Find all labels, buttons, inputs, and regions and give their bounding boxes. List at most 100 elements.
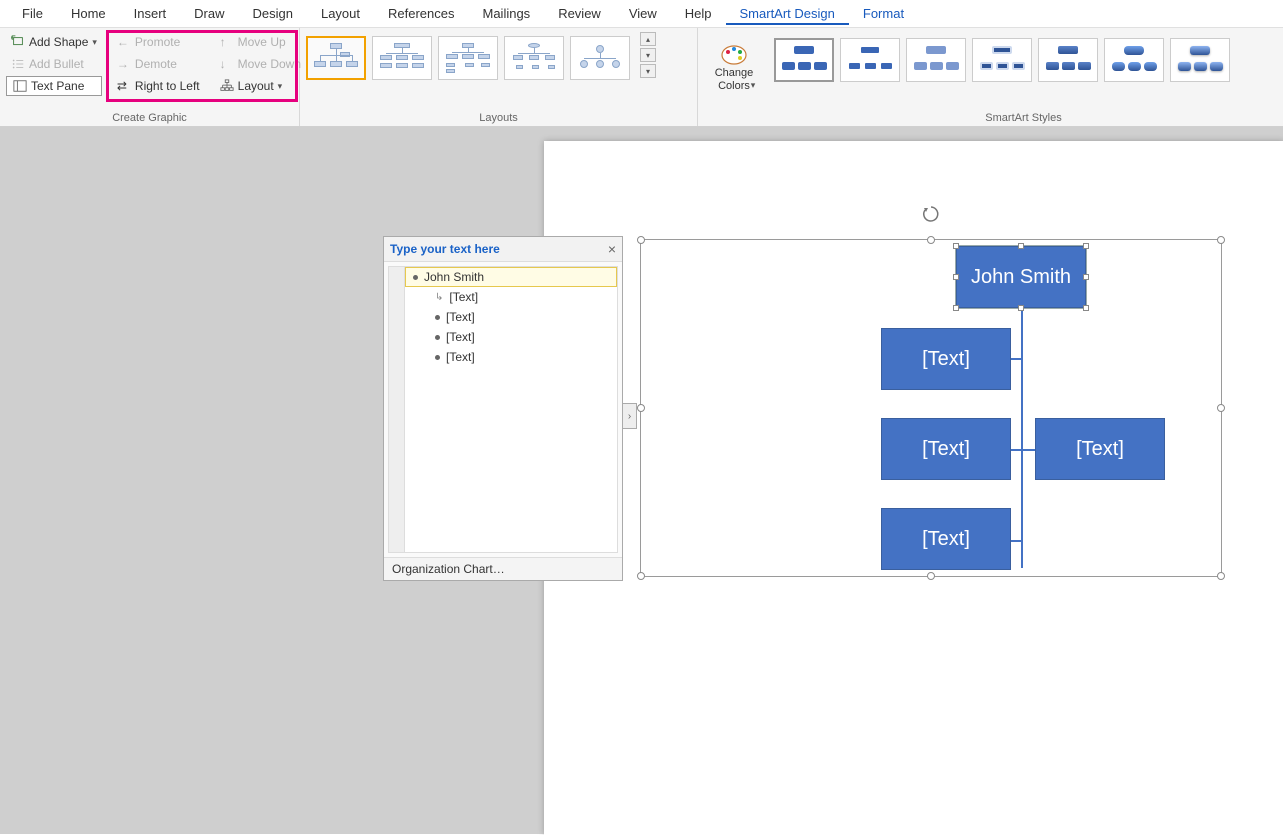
style-thumb-2[interactable] <box>840 38 900 82</box>
text-pane-item[interactable]: [Text] <box>405 347 617 367</box>
add-shape-icon: + <box>11 35 25 49</box>
move-down-button[interactable]: ↓ Move Down <box>215 54 306 74</box>
menu-draw[interactable]: Draw <box>180 2 238 25</box>
style-thumb-1[interactable] <box>774 38 834 82</box>
smartart-frame[interactable]: John Smith [Text] [Text] [Text] [Text] <box>640 239 1222 577</box>
move-up-button[interactable]: ↑ Move Up <box>215 32 306 52</box>
chevron-down-icon: ▾ <box>751 80 756 91</box>
layout-label: Layout <box>238 79 274 93</box>
layout-thumb-2[interactable] <box>372 36 432 80</box>
resize-handle[interactable] <box>1217 572 1225 580</box>
style-thumb-5[interactable] <box>1038 38 1098 82</box>
layouts-group-label: Layouts <box>300 112 697 124</box>
connector-line <box>1021 308 1023 568</box>
connector-line <box>1011 449 1023 451</box>
layout-thumb-5[interactable] <box>570 36 630 80</box>
layout-thumb-3[interactable] <box>438 36 498 80</box>
layout-gallery-scroll: ▴ ▾ ▾ <box>640 32 656 78</box>
text-pane-item[interactable]: John Smith <box>405 267 617 287</box>
close-icon[interactable]: × <box>608 241 616 257</box>
demote-button[interactable]: → Demote <box>112 54 205 74</box>
text-pane-item[interactable]: [Text] <box>405 327 617 347</box>
style-preview-icon <box>912 44 960 76</box>
menu-help[interactable]: Help <box>671 2 726 25</box>
text-pane-expand-tab[interactable]: › <box>623 403 637 429</box>
menu-format[interactable]: Format <box>849 2 918 25</box>
ribbon-group-styles: SmartArt Styles <box>764 28 1283 126</box>
smartart-root-node[interactable]: John Smith <box>956 246 1086 308</box>
gallery-scroll-up[interactable]: ▴ <box>640 32 656 46</box>
ribbon: + Add Shape ▾ Add Bullet Text Pane ← Pro… <box>0 28 1283 127</box>
bullet-list-icon <box>11 57 25 71</box>
resize-handle[interactable] <box>1217 404 1225 412</box>
text-pane-item[interactable]: ↳ [Text] <box>405 287 617 307</box>
style-thumb-3[interactable] <box>906 38 966 82</box>
text-pane-body[interactable]: John Smith ↳ [Text] [Text] [Text] [Text] <box>388 266 618 553</box>
document-page[interactable]: John Smith [Text] [Text] [Text] [Text] <box>544 141 1283 835</box>
resize-handle[interactable] <box>637 572 645 580</box>
demote-label: Demote <box>135 57 177 71</box>
smartart-node[interactable]: [Text] <box>1035 418 1165 480</box>
style-thumb-6[interactable] <box>1104 38 1164 82</box>
resize-handle[interactable] <box>637 236 645 244</box>
add-shape-button[interactable]: + Add Shape ▾ <box>6 32 102 52</box>
menu-mailings[interactable]: Mailings <box>469 2 545 25</box>
style-preview-icon <box>780 44 828 76</box>
gallery-expand[interactable]: ▾ <box>640 64 656 78</box>
arrow-right-icon: → <box>117 57 131 71</box>
text-pane-footer[interactable]: Organization Chart… <box>384 557 622 580</box>
text-pane-item-text: John Smith <box>424 270 484 284</box>
smartart-node[interactable]: [Text] <box>881 508 1011 570</box>
menu-references[interactable]: References <box>374 2 468 25</box>
arrow-down-icon: ↓ <box>220 57 234 71</box>
menu-view[interactable]: View <box>615 2 671 25</box>
smartart-node[interactable]: [Text] <box>881 418 1011 480</box>
connector-line <box>1011 358 1023 360</box>
bullet-icon <box>435 335 440 340</box>
change-colors-label: Change Colors <box>715 67 754 91</box>
menu-insert[interactable]: Insert <box>120 2 181 25</box>
text-pane-item[interactable]: [Text] <box>405 307 617 327</box>
root-node-text: John Smith <box>971 266 1071 289</box>
menu-smartart-design[interactable]: SmartArt Design <box>726 2 849 25</box>
style-thumb-4[interactable] <box>972 38 1032 82</box>
gallery-scroll-down[interactable]: ▾ <box>640 48 656 62</box>
text-pane-button[interactable]: Text Pane <box>6 76 102 96</box>
add-bullet-button[interactable]: Add Bullet <box>6 54 102 74</box>
menu-review[interactable]: Review <box>544 2 615 25</box>
menu-layout[interactable]: Layout <box>307 2 374 25</box>
ribbon-group-layouts: ▴ ▾ ▾ Layouts <box>300 28 698 126</box>
right-to-left-button[interactable]: ⇄ Right to Left <box>112 76 205 96</box>
style-thumb-7[interactable] <box>1170 38 1230 82</box>
text-pane-item-text: [Text] <box>446 330 475 344</box>
palette-icon <box>720 43 748 65</box>
layout-button[interactable]: Layout ▾ <box>215 76 306 96</box>
menu-design[interactable]: Design <box>239 2 307 25</box>
rotate-handle-icon[interactable] <box>921 204 941 224</box>
node-text: [Text] <box>922 348 970 371</box>
smartart-node[interactable]: [Text] <box>881 328 1011 390</box>
resize-handle[interactable] <box>927 572 935 580</box>
text-pane-item-text: [Text] <box>449 290 478 304</box>
layout-thumb-4[interactable] <box>504 36 564 80</box>
text-pane-item-text: [Text] <box>446 310 475 324</box>
layout-thumb-1[interactable] <box>306 36 366 80</box>
style-preview-icon <box>846 44 894 76</box>
node-text: [Text] <box>922 528 970 551</box>
arrow-left-icon: ← <box>117 35 131 49</box>
text-pane: Type your text here × John Smith ↳ [Text… <box>383 236 623 581</box>
move-down-label: Move Down <box>238 57 301 71</box>
menu-home[interactable]: Home <box>57 2 120 25</box>
org-chart-icon <box>446 43 490 73</box>
resize-handle[interactable] <box>927 236 935 244</box>
resize-handle[interactable] <box>1217 236 1225 244</box>
arrow-up-icon: ↑ <box>220 35 234 49</box>
change-colors-button[interactable]: Change Colors ▾ <box>704 32 764 102</box>
org-chart-icon <box>380 43 424 73</box>
menu-file[interactable]: File <box>8 2 57 25</box>
svg-text:+: + <box>11 35 15 42</box>
menu-bar: File Home Insert Draw Design Layout Refe… <box>0 0 1283 28</box>
resize-handle[interactable] <box>637 404 645 412</box>
chevron-down-icon: ▾ <box>92 37 97 48</box>
promote-button[interactable]: ← Promote <box>112 32 205 52</box>
